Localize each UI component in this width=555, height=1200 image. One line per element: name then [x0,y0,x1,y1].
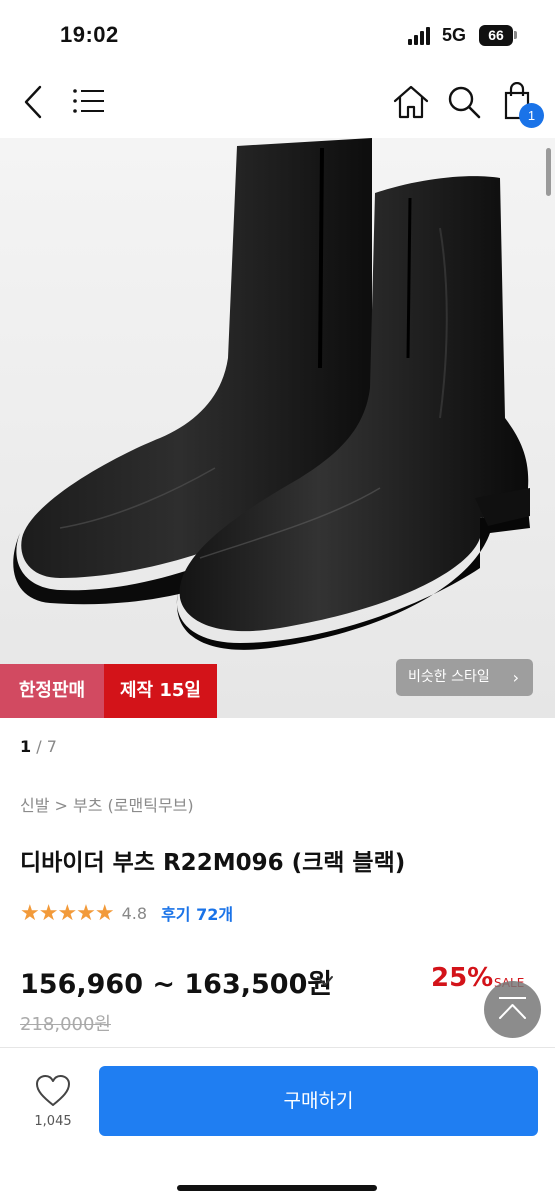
chevron-down-icon[interactable] [314,970,336,992]
rating-stars-icon: ★★★★★ [20,900,115,926]
status-bar: 19:02 5G 66 [0,0,555,62]
boots-photo [13,138,531,650]
home-indicator [177,1185,377,1191]
review-count-link[interactable]: 후기 72개 [161,901,233,925]
heart-outline-icon [36,1075,70,1106]
similar-style-button[interactable]: 비슷한 스타일 › [396,659,533,696]
product-title: 디바이더 부츠 R22M096 (크랙 블랙) [20,850,406,876]
breadcrumb[interactable]: 신발 > 부츠 (로맨틱무브) [20,792,194,816]
scroll-to-top-button[interactable] [484,981,541,1038]
original-price: 218,000원 [20,1014,111,1035]
page-total: / 7 [36,737,57,756]
battery-tip [514,31,517,39]
top-nav-bar [0,62,555,138]
cart-count-badge: 1 [519,103,544,128]
buy-button[interactable]: 구매하기 [99,1066,538,1136]
similar-style-label: 비슷한 스타일 [408,669,490,685]
chevron-right-icon: › [512,668,519,687]
search-icon[interactable] [446,84,482,120]
like-button[interactable]: 1,045 [22,1072,84,1136]
network-type: 5G [442,25,467,45]
like-count: 1,045 [34,1114,72,1129]
battery-icon: 66 [479,25,513,46]
production-days-badge: 제작 15일 [104,664,217,718]
status-time: 19:02 [60,22,119,47]
product-image[interactable]: 한정판매 제작 15일 비슷한 스타일 › [0,138,555,718]
discount-rate: 25% [431,963,494,993]
chevron-left-icon[interactable] [20,84,48,120]
limited-sale-badge: 한정판매 [0,664,104,718]
rating-row: ★★★★★ 4.8 후기 72개 [20,900,233,926]
home-icon[interactable] [392,84,430,120]
image-page-indicator: 1 / 7 [20,737,57,756]
arrow-up-icon [499,997,526,1019]
scroll-indicator [546,148,551,196]
bottom-action-bar: 1,045 구매하기 [0,1047,555,1200]
price-range: 156,960 ~ 163,500원 [20,969,333,1000]
page-current: 1 [20,737,32,756]
cellular-signal-icon [408,27,434,45]
rating-value: 4.8 [121,903,148,923]
hamburger-menu-icon[interactable] [72,88,106,114]
